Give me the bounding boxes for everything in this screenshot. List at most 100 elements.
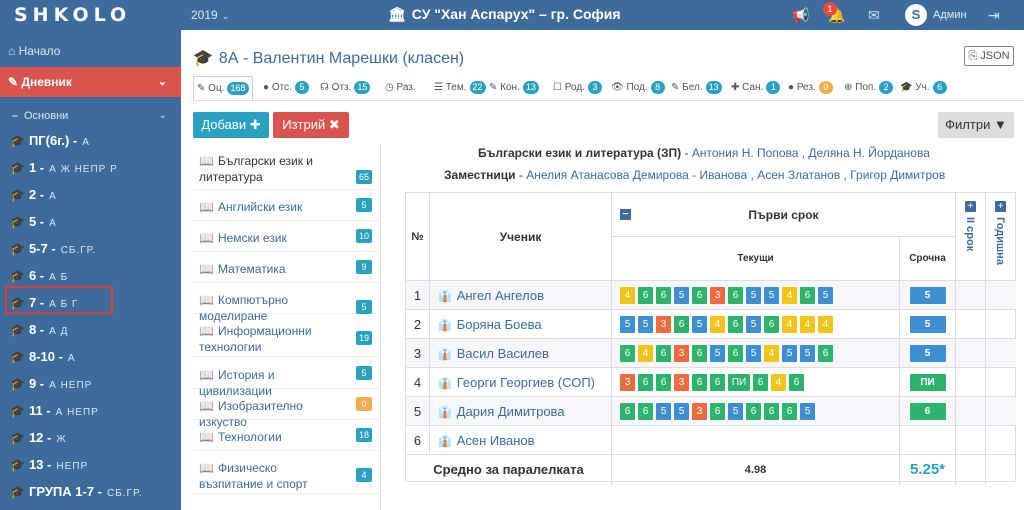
student-name[interactable]: Ангел Ангелов [457,288,544,303]
expand-icon[interactable]: + [995,201,1006,212]
term2-cell[interactable] [956,397,986,426]
tab-item[interactable]: ☐ Род. 3 [550,76,605,100]
term-grade-badge[interactable]: 5 [909,287,946,304]
grade-badge[interactable]: 4 [818,316,833,333]
subject-item[interactable]: 📖 Английски език 5 [193,193,380,221]
term2-cell[interactable] [956,426,986,455]
sidebar-grade-item[interactable]: 🎓 ПГ(6г.) - А [0,128,181,154]
sidebar-grade-item[interactable]: 🎓 5 - А [0,209,181,235]
student-name-cell[interactable]: 👔 Георги Георгиев (СОП) [430,368,612,397]
current-grades-cell[interactable]: 553654656444 [612,310,900,339]
tab-item[interactable]: ● Рез. 0 [785,76,836,100]
teacher-names[interactable]: Антония Н. Попова , Деляна Н. Йорданова [692,146,930,160]
grade-badge[interactable]: 6 [728,345,743,362]
grade-badge[interactable]: 6 [710,374,725,391]
term-grade-badge[interactable]: 6 [909,403,946,420]
grade-badge[interactable]: 5 [674,287,689,304]
grade-badge[interactable]: 3 [692,403,707,420]
grade-badge[interactable]: 5 [710,345,725,362]
grade-badge[interactable]: 6 [746,403,761,420]
term-grade-badge[interactable]: ПИ [909,374,946,391]
student-name[interactable]: Васил Василев [457,346,549,361]
term-grade-cell[interactable]: 5 [900,310,956,339]
student-name[interactable]: Асен Иванов [457,433,535,448]
grade-classes[interactable]: НЕПР [56,461,88,472]
grade-badge[interactable]: 6 [656,345,671,362]
current-grades-cell[interactable]: 646365654556 [612,339,900,368]
delete-button[interactable]: Изтрий ✖ [273,112,349,138]
tab-item[interactable]: ✎ Оц. 168 [193,76,253,100]
subject-item[interactable]: 📖 Технологии 18 [193,423,380,451]
grade-badge[interactable]: 5 [728,403,743,420]
grade-badge[interactable]: 6 [656,374,671,391]
grade-classes[interactable]: А [68,353,76,364]
tab-item[interactable]: ⊕ Поп. 2 [841,76,896,100]
grade-classes[interactable]: СБ.ГР. [107,488,143,499]
grade-badge[interactable]: 6 [753,374,768,391]
subject-item[interactable]: 📖 Немски език 10 [193,224,380,252]
term-grade-badge[interactable]: 5 [909,316,946,333]
sidebar-grade-item[interactable]: 🎓 ГРУПА 1-7 - СБ.ГР. [0,479,181,505]
grade-badge[interactable]: 4 [771,374,786,391]
grade-badge[interactable]: 6 [764,403,779,420]
grade-badge[interactable]: 4 [638,345,653,362]
grade-badge[interactable]: 6 [620,403,635,420]
tab-item[interactable]: ✚ Сан. 1 [728,76,783,100]
student-name-cell[interactable]: 👔 Дария Димитрова [430,397,612,426]
expand-icon[interactable]: + [965,201,976,212]
grade-badge[interactable]: 4 [782,287,797,304]
term-grade-cell[interactable]: 6 [900,397,956,426]
grade-badge[interactable]: 6 [656,287,671,304]
year-cell[interactable] [986,310,1016,339]
grade-classes[interactable]: А Ж НЕПР Р [49,164,118,175]
filter-button[interactable]: Филтри ▼ [938,112,1014,138]
grade-badge[interactable]: 4 [800,316,815,333]
grade-classes[interactable]: А Б [49,272,68,283]
grade-badge[interactable]: 6 [764,316,779,333]
grade-badge[interactable]: 6 [789,374,804,391]
grade-badge[interactable]: 6 [782,403,797,420]
grade-classes[interactable]: А [82,137,90,148]
term-grade-cell[interactable]: 5 [900,339,956,368]
grade-badge[interactable]: 4 [764,345,779,362]
sidebar-grade-item[interactable]: 🎓 1 - А Ж НЕПР Р [0,155,181,181]
grade-classes[interactable]: А НЕПР [56,407,99,418]
sidebar-grade-item[interactable]: 🎓 13 - НЕПР [0,452,181,478]
json-button[interactable]: ⎘ JSON [964,46,1014,66]
grade-badge[interactable]: 5 [746,316,761,333]
user-name[interactable]: Админ [933,9,967,21]
grade-badge[interactable]: 5 [692,316,707,333]
sidebar-grade-item[interactable]: 🎓 5-7 - СБ.ГР. [0,236,181,262]
term2-cell[interactable] [956,310,986,339]
grade-badge[interactable]: 5 [674,403,689,420]
tab-item[interactable]: ☰ Тем. 22 [431,76,489,100]
add-button[interactable]: Добави ✚ [193,112,269,138]
grade-badge[interactable]: 5 [638,316,653,333]
sidebar-grade-item[interactable]: 🎓 12 - Ж [0,425,181,451]
current-grades-cell[interactable]: 3 6 6 3 6 6 ПИ 6 4 6 [612,368,900,397]
grade-classes[interactable]: А [49,218,57,229]
student-name[interactable]: Боряна Боева [457,317,542,332]
grade-badge[interactable]: 6 [710,403,725,420]
grade-badge[interactable]: 6 [692,345,707,362]
term2-cell[interactable] [956,339,986,368]
grade-badge[interactable]: 6 [728,316,743,333]
term2-cell[interactable] [956,281,986,310]
grade-badge[interactable]: 6 [692,374,707,391]
megaphone-icon[interactable]: 📢 [792,7,809,24]
grade-badge[interactable]: 3 [674,374,689,391]
sidebar-grade-item[interactable]: 🎓 8-10 - А [0,344,181,370]
current-grades-cell[interactable]: 466563655465 [612,281,900,310]
student-name-cell[interactable]: 👔 Боряна Боева [430,310,612,339]
subject-item[interactable]: 📖 История и цивилизации 5 [193,361,380,398]
grade-classes[interactable]: Ж [56,434,66,445]
grade-badge[interactable]: 5 [746,287,761,304]
grade-badge[interactable]: ПИ [728,374,750,391]
grade-badge[interactable]: 6 [674,316,689,333]
year-cell[interactable] [986,368,1016,397]
grade-badge[interactable]: 5 [656,403,671,420]
term2-cell[interactable] [956,368,986,397]
year-cell[interactable] [986,281,1016,310]
grade-badge[interactable]: 6 [800,287,815,304]
sidebar-item-diary[interactable]: ✎ Дневник ⌄ [0,67,181,97]
